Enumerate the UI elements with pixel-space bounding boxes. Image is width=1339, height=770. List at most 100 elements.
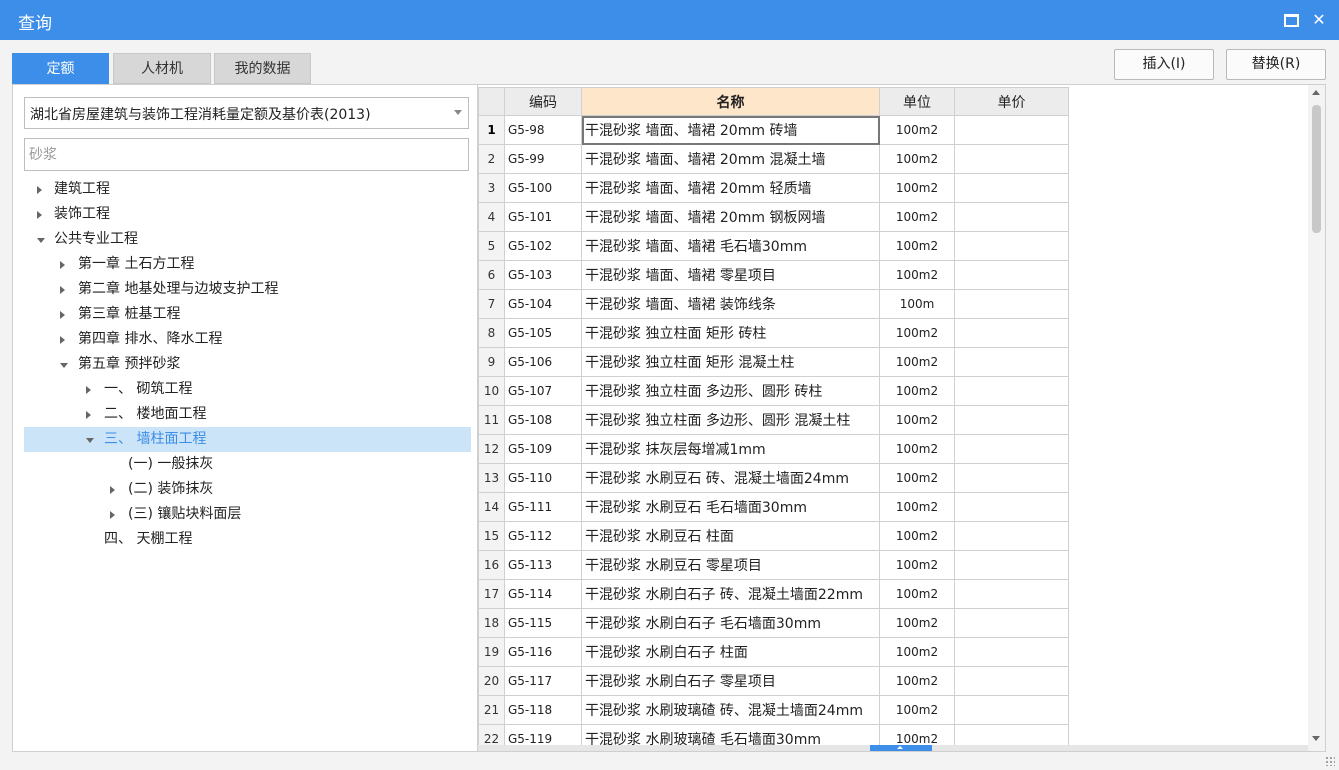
code-cell[interactable]: G5-108 — [504, 405, 582, 435]
code-cell[interactable]: G5-99 — [504, 144, 582, 174]
tree-node[interactable]: 一、 砌筑工程 — [24, 377, 471, 402]
price-cell[interactable] — [954, 202, 1069, 232]
expand-right-icon[interactable] — [86, 386, 91, 394]
price-cell[interactable] — [954, 318, 1069, 348]
scroll-up-icon[interactable] — [1312, 90, 1320, 95]
row-number[interactable]: 1 — [478, 115, 505, 145]
price-cell[interactable] — [954, 231, 1069, 261]
unit-cell[interactable]: 100m2 — [879, 608, 955, 638]
row-number[interactable]: 16 — [478, 550, 505, 580]
tree-node[interactable]: 第一章 土石方工程 — [24, 252, 471, 277]
col-header-code[interactable]: 编码 — [504, 87, 582, 116]
name-cell[interactable]: 干混砂浆 水刷白石子 零星项目 — [581, 666, 880, 696]
code-cell[interactable]: G5-98 — [504, 115, 582, 145]
row-number[interactable]: 6 — [478, 260, 505, 290]
expand-right-icon[interactable] — [110, 486, 115, 494]
expand-right-icon[interactable] — [86, 411, 91, 419]
code-cell[interactable]: G5-109 — [504, 434, 582, 464]
row-number[interactable]: 15 — [478, 521, 505, 551]
row-number[interactable]: 7 — [478, 289, 505, 319]
row-number[interactable]: 12 — [478, 434, 505, 464]
expand-right-icon[interactable] — [37, 186, 42, 194]
name-cell[interactable]: 干混砂浆 水刷白石子 柱面 — [581, 637, 880, 667]
col-header-unit[interactable]: 单位 — [879, 87, 955, 116]
table-row[interactable]: 18 G5-115 干混砂浆 水刷白石子 毛石墙面30mm 100m2 — [478, 608, 1069, 638]
table-row[interactable]: 11 G5-108 干混砂浆 独立柱面 多边形、圆形 混凝土柱 100m2 — [478, 405, 1069, 435]
unit-cell[interactable]: 100m2 — [879, 521, 955, 551]
price-cell[interactable] — [954, 434, 1069, 464]
price-cell[interactable] — [954, 173, 1069, 203]
unit-cell[interactable]: 100m2 — [879, 405, 955, 435]
table-row[interactable]: 5 G5-102 干混砂浆 墙面、墙裙 毛石墙30mm 100m2 — [478, 231, 1069, 261]
price-cell[interactable] — [954, 492, 1069, 522]
close-button[interactable]: ✕ — [1307, 8, 1331, 32]
price-cell[interactable] — [954, 115, 1069, 145]
name-cell[interactable]: 干混砂浆 水刷豆石 砖、混凝土墙面24mm — [581, 463, 880, 493]
code-cell[interactable]: G5-111 — [504, 492, 582, 522]
price-cell[interactable] — [954, 144, 1069, 174]
table-row[interactable]: 12 G5-109 干混砂浆 抹灰层每增减1mm 100m2 — [478, 434, 1069, 464]
row-number[interactable]: 21 — [478, 695, 505, 725]
unit-cell[interactable]: 100m2 — [879, 173, 955, 203]
scroll-thumb[interactable] — [1312, 105, 1321, 233]
name-cell[interactable]: 干混砂浆 墙面、墙裙 20mm 砖墙 — [581, 115, 880, 145]
name-cell[interactable]: 干混砂浆 水刷豆石 零星项目 — [581, 550, 880, 580]
table-row[interactable]: 14 G5-111 干混砂浆 水刷豆石 毛石墙面30mm 100m2 — [478, 492, 1069, 522]
expand-right-icon[interactable] — [60, 286, 65, 294]
splitter-bar[interactable] — [478, 745, 1308, 751]
unit-cell[interactable]: 100m2 — [879, 115, 955, 145]
table-row[interactable]: 10 G5-107 干混砂浆 独立柱面 多边形、圆形 砖柱 100m2 — [478, 376, 1069, 406]
table-row[interactable]: 20 G5-117 干混砂浆 水刷白石子 零星项目 100m2 — [478, 666, 1069, 696]
table-row[interactable]: 15 G5-112 干混砂浆 水刷豆石 柱面 100m2 — [478, 521, 1069, 551]
tree-node[interactable]: 二、 楼地面工程 — [24, 402, 471, 427]
table-row[interactable]: 13 G5-110 干混砂浆 水刷豆石 砖、混凝土墙面24mm 100m2 — [478, 463, 1069, 493]
expand-right-icon[interactable] — [60, 311, 65, 319]
unit-cell[interactable]: 100m2 — [879, 202, 955, 232]
row-number[interactable]: 5 — [478, 231, 505, 261]
unit-cell[interactable]: 100m2 — [879, 260, 955, 290]
vertical-scrollbar[interactable] — [1308, 85, 1325, 751]
row-number[interactable]: 4 — [478, 202, 505, 232]
table-row[interactable]: 1 G5-98 干混砂浆 墙面、墙裙 20mm 砖墙 100m2 — [478, 115, 1069, 145]
expand-down-icon[interactable] — [86, 438, 94, 443]
name-cell[interactable]: 干混砂浆 墙面、墙裙 20mm 钢板网墙 — [581, 202, 880, 232]
table-row[interactable]: 21 G5-118 干混砂浆 水刷玻璃碴 砖、混凝土墙面24mm 100m2 — [478, 695, 1069, 725]
code-cell[interactable]: G5-116 — [504, 637, 582, 667]
title-bar[interactable]: 查询 ✕ — [0, 0, 1339, 40]
tree-node[interactable]: 建筑工程 — [24, 177, 471, 202]
price-cell[interactable] — [954, 260, 1069, 290]
tab-my-data[interactable]: 我的数据 — [214, 53, 311, 84]
table-row[interactable]: 2 G5-99 干混砂浆 墙面、墙裙 20mm 混凝土墙 100m2 — [478, 144, 1069, 174]
tree-node[interactable]: (三) 镶贴块料面层 — [24, 502, 471, 527]
code-cell[interactable]: G5-110 — [504, 463, 582, 493]
name-cell[interactable]: 干混砂浆 水刷白石子 毛石墙面30mm — [581, 608, 880, 638]
name-cell[interactable]: 干混砂浆 墙面、墙裙 毛石墙30mm — [581, 231, 880, 261]
table-row[interactable]: 3 G5-100 干混砂浆 墙面、墙裙 20mm 轻质墙 100m2 — [478, 173, 1069, 203]
name-cell[interactable]: 干混砂浆 独立柱面 多边形、圆形 砖柱 — [581, 376, 880, 406]
splitter-handle-icon[interactable] — [870, 745, 932, 751]
unit-cell[interactable]: 100m2 — [879, 376, 955, 406]
price-cell[interactable] — [954, 608, 1069, 638]
table-row[interactable]: 6 G5-103 干混砂浆 墙面、墙裙 零星项目 100m2 — [478, 260, 1069, 290]
price-cell[interactable] — [954, 666, 1069, 696]
name-cell[interactable]: 干混砂浆 独立柱面 矩形 砖柱 — [581, 318, 880, 348]
insert-button[interactable]: 插入(I) — [1114, 49, 1214, 80]
expand-right-icon[interactable] — [37, 211, 42, 219]
unit-cell[interactable]: 100m2 — [879, 318, 955, 348]
price-cell[interactable] — [954, 637, 1069, 667]
expand-right-icon[interactable] — [60, 336, 65, 344]
price-cell[interactable] — [954, 521, 1069, 551]
expand-right-icon[interactable] — [110, 511, 115, 519]
code-cell[interactable]: G5-104 — [504, 289, 582, 319]
col-header-name[interactable]: 名称 — [581, 87, 880, 116]
name-cell[interactable]: 干混砂浆 水刷豆石 柱面 — [581, 521, 880, 551]
price-cell[interactable] — [954, 289, 1069, 319]
code-cell[interactable]: G5-117 — [504, 666, 582, 696]
tree-node[interactable]: 第四章 排水、降水工程 — [24, 327, 471, 352]
tree-node[interactable]: 第三章 桩基工程 — [24, 302, 471, 327]
table-row[interactable]: 19 G5-116 干混砂浆 水刷白石子 柱面 100m2 — [478, 637, 1069, 667]
expand-right-icon[interactable] — [60, 261, 65, 269]
table-row[interactable]: 8 G5-105 干混砂浆 独立柱面 矩形 砖柱 100m2 — [478, 318, 1069, 348]
unit-cell[interactable]: 100m2 — [879, 231, 955, 261]
name-cell[interactable]: 干混砂浆 独立柱面 多边形、圆形 混凝土柱 — [581, 405, 880, 435]
